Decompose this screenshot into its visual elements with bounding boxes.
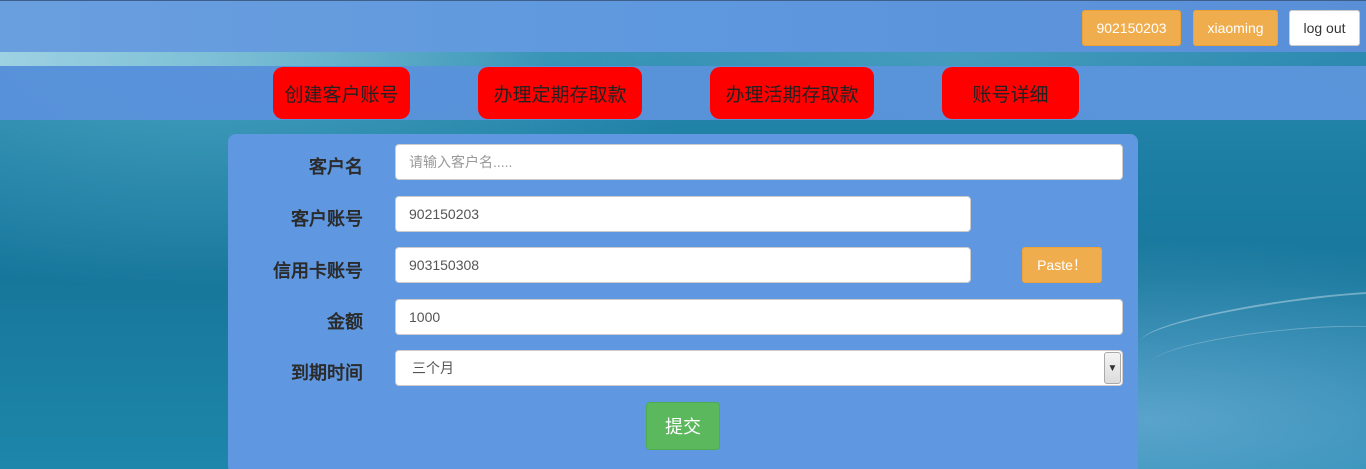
main-nav: 创建客户账号 办理定期存取款 办理活期存取款 账号详细 — [0, 66, 1366, 120]
username-button[interactable]: xiaoming — [1193, 10, 1278, 46]
nav-account-details[interactable]: 账号详细 — [942, 67, 1079, 119]
credit-card-value: 903150308 — [409, 257, 480, 273]
amount-field[interactable]: 1000 — [395, 299, 1123, 335]
logout-button[interactable]: log out — [1289, 10, 1360, 46]
customer-account-label: 客户账号 — [291, 209, 363, 230]
term-select[interactable]: 三个月 ▼ — [395, 350, 1123, 386]
amount-label: 金额 — [327, 312, 363, 333]
background-light-arc — [1148, 316, 1366, 384]
credit-card-field[interactable]: 903150308 — [395, 247, 971, 283]
nav-fixed-deposit[interactable]: 办理定期存取款 — [478, 67, 642, 119]
customer-name-input[interactable] — [409, 145, 1109, 179]
customer-account-field[interactable]: 902150203 — [395, 196, 971, 232]
background-streak — [0, 52, 1366, 66]
customer-account-value: 902150203 — [409, 206, 480, 222]
customer-name-label: 客户名 — [309, 157, 363, 178]
nav-current-deposit[interactable]: 办理活期存取款 — [710, 67, 874, 119]
submit-button[interactable]: 提交 — [646, 402, 720, 450]
term-label: 到期时间 — [291, 363, 363, 384]
background-light-arc — [1138, 279, 1366, 361]
chevron-down-icon[interactable]: ▼ — [1104, 352, 1121, 384]
paste-button[interactable]: Paste！ — [1022, 247, 1102, 283]
account-number-button[interactable]: 902150203 — [1082, 10, 1181, 46]
amount-value: 1000 — [409, 309, 441, 325]
nav-create-customer-account[interactable]: 创建客户账号 — [273, 67, 410, 119]
customer-name-field[interactable] — [395, 144, 1123, 180]
credit-card-label: 信用卡账号 — [273, 261, 363, 282]
term-selected-value: 三个月 — [412, 360, 454, 376]
top-header-bar: 902150203 xiaoming log out — [0, 0, 1366, 52]
deposit-form-panel: 客户名 客户账号 902150203 信用卡账号 903150308 Paste… — [228, 134, 1138, 469]
